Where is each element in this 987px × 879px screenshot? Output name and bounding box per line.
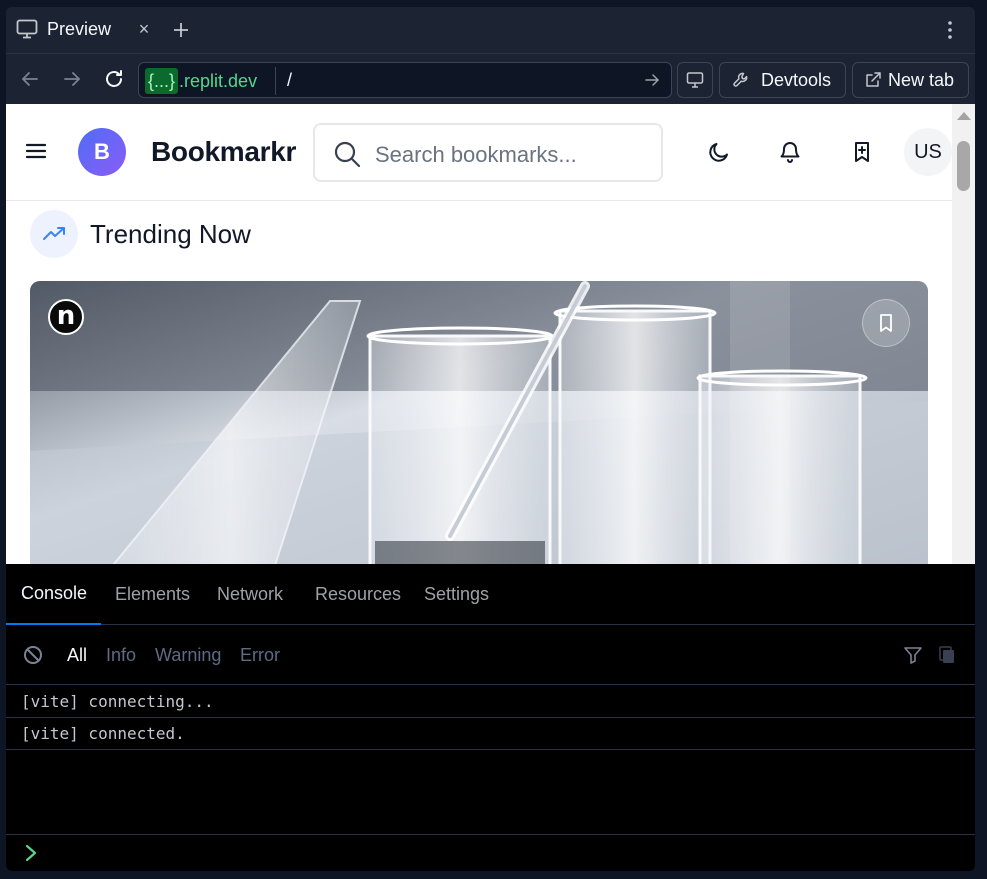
chevron-right-icon [25, 844, 37, 862]
bookmark-plus-icon[interactable] [850, 140, 874, 164]
copy-icon[interactable] [938, 645, 956, 665]
url-bar[interactable]: {...} .replit.dev / [138, 62, 672, 98]
moon-icon[interactable] [707, 140, 731, 164]
forward-icon[interactable] [61, 68, 83, 90]
level-warning[interactable]: Warning [155, 645, 221, 666]
tab-preview[interactable]: Preview × [6, 7, 161, 53]
external-link-icon [866, 72, 881, 87]
level-info[interactable]: Info [106, 645, 136, 666]
url-separator [275, 67, 276, 95]
url-host-placeholder: {...} [145, 68, 179, 94]
wrench-icon [733, 72, 748, 87]
menu-icon[interactable] [26, 142, 46, 160]
level-error[interactable]: Error [240, 645, 280, 666]
devtools-button[interactable]: Devtools [719, 62, 846, 98]
reload-icon[interactable] [103, 68, 125, 90]
address-row: {...} .replit.dev / Devtools New tab [6, 53, 975, 105]
tab-network[interactable]: Network [217, 564, 283, 625]
device-preview-button[interactable] [677, 62, 713, 98]
browser-frame: Preview × {...} .replit.dev / Devtools N… [6, 7, 975, 871]
level-all[interactable]: All [67, 645, 87, 666]
devtools-panel: Console Elements Network Resources Setti… [6, 564, 975, 871]
page-viewport: B Bookmarkr Search bookmarks... US Trend… [6, 104, 975, 564]
console-input[interactable] [6, 834, 975, 871]
filter-icon[interactable] [903, 645, 923, 665]
clear-console-icon[interactable] [23, 645, 43, 665]
new-tab-label: New tab [888, 69, 955, 90]
search-icon [334, 141, 361, 168]
devtools-tabs: Console Elements Network Resources Setti… [6, 564, 975, 625]
trending-up-icon [30, 210, 78, 258]
monitor-icon [686, 72, 704, 88]
bell-icon[interactable] [778, 140, 802, 164]
devtools-label: Devtools [761, 69, 832, 90]
brand-name[interactable]: Bookmarkr [151, 136, 296, 168]
console-filter-bar: All Info Warning Error [6, 625, 975, 685]
search-placeholder: Search bookmarks... [375, 142, 577, 167]
page-scrollbar[interactable] [952, 104, 975, 564]
url-path[interactable]: / [287, 70, 292, 91]
scroll-up-icon[interactable] [957, 112, 971, 120]
log-entry: [vite] connecting... [6, 686, 975, 718]
trending-card[interactable]: n [30, 281, 928, 564]
new-tab-button[interactable]: New tab [852, 62, 969, 98]
avatar[interactable]: US [904, 128, 952, 176]
monitor-icon [16, 19, 38, 39]
search-input[interactable]: Search bookmarks... [313, 123, 663, 182]
tab-bar: Preview × [6, 7, 975, 53]
back-icon[interactable] [19, 68, 41, 90]
card-image [30, 281, 928, 564]
close-icon[interactable]: × [135, 20, 153, 38]
app-header: B Bookmarkr Search bookmarks... US [6, 104, 952, 201]
log-entry: [vite] connected. [6, 718, 975, 750]
kebab-icon[interactable] [942, 19, 958, 41]
tab-label: Preview [47, 18, 112, 39]
tab-settings[interactable]: Settings [424, 564, 489, 625]
section-title: Trending Now [90, 219, 251, 249]
tab-elements[interactable]: Elements [115, 564, 190, 625]
bookmark-button[interactable] [862, 299, 910, 347]
go-icon[interactable] [644, 72, 660, 88]
scroll-thumb[interactable] [957, 141, 970, 191]
tab-resources[interactable]: Resources [315, 564, 401, 625]
url-host-domain: .replit.dev [179, 70, 258, 91]
source-badge: n [48, 299, 84, 335]
plus-icon[interactable] [171, 20, 191, 40]
tab-console[interactable]: Console [6, 564, 101, 625]
app-logo[interactable]: B [78, 128, 126, 176]
bookmark-icon [880, 314, 892, 332]
url-host: {...} .replit.dev [145, 68, 257, 94]
